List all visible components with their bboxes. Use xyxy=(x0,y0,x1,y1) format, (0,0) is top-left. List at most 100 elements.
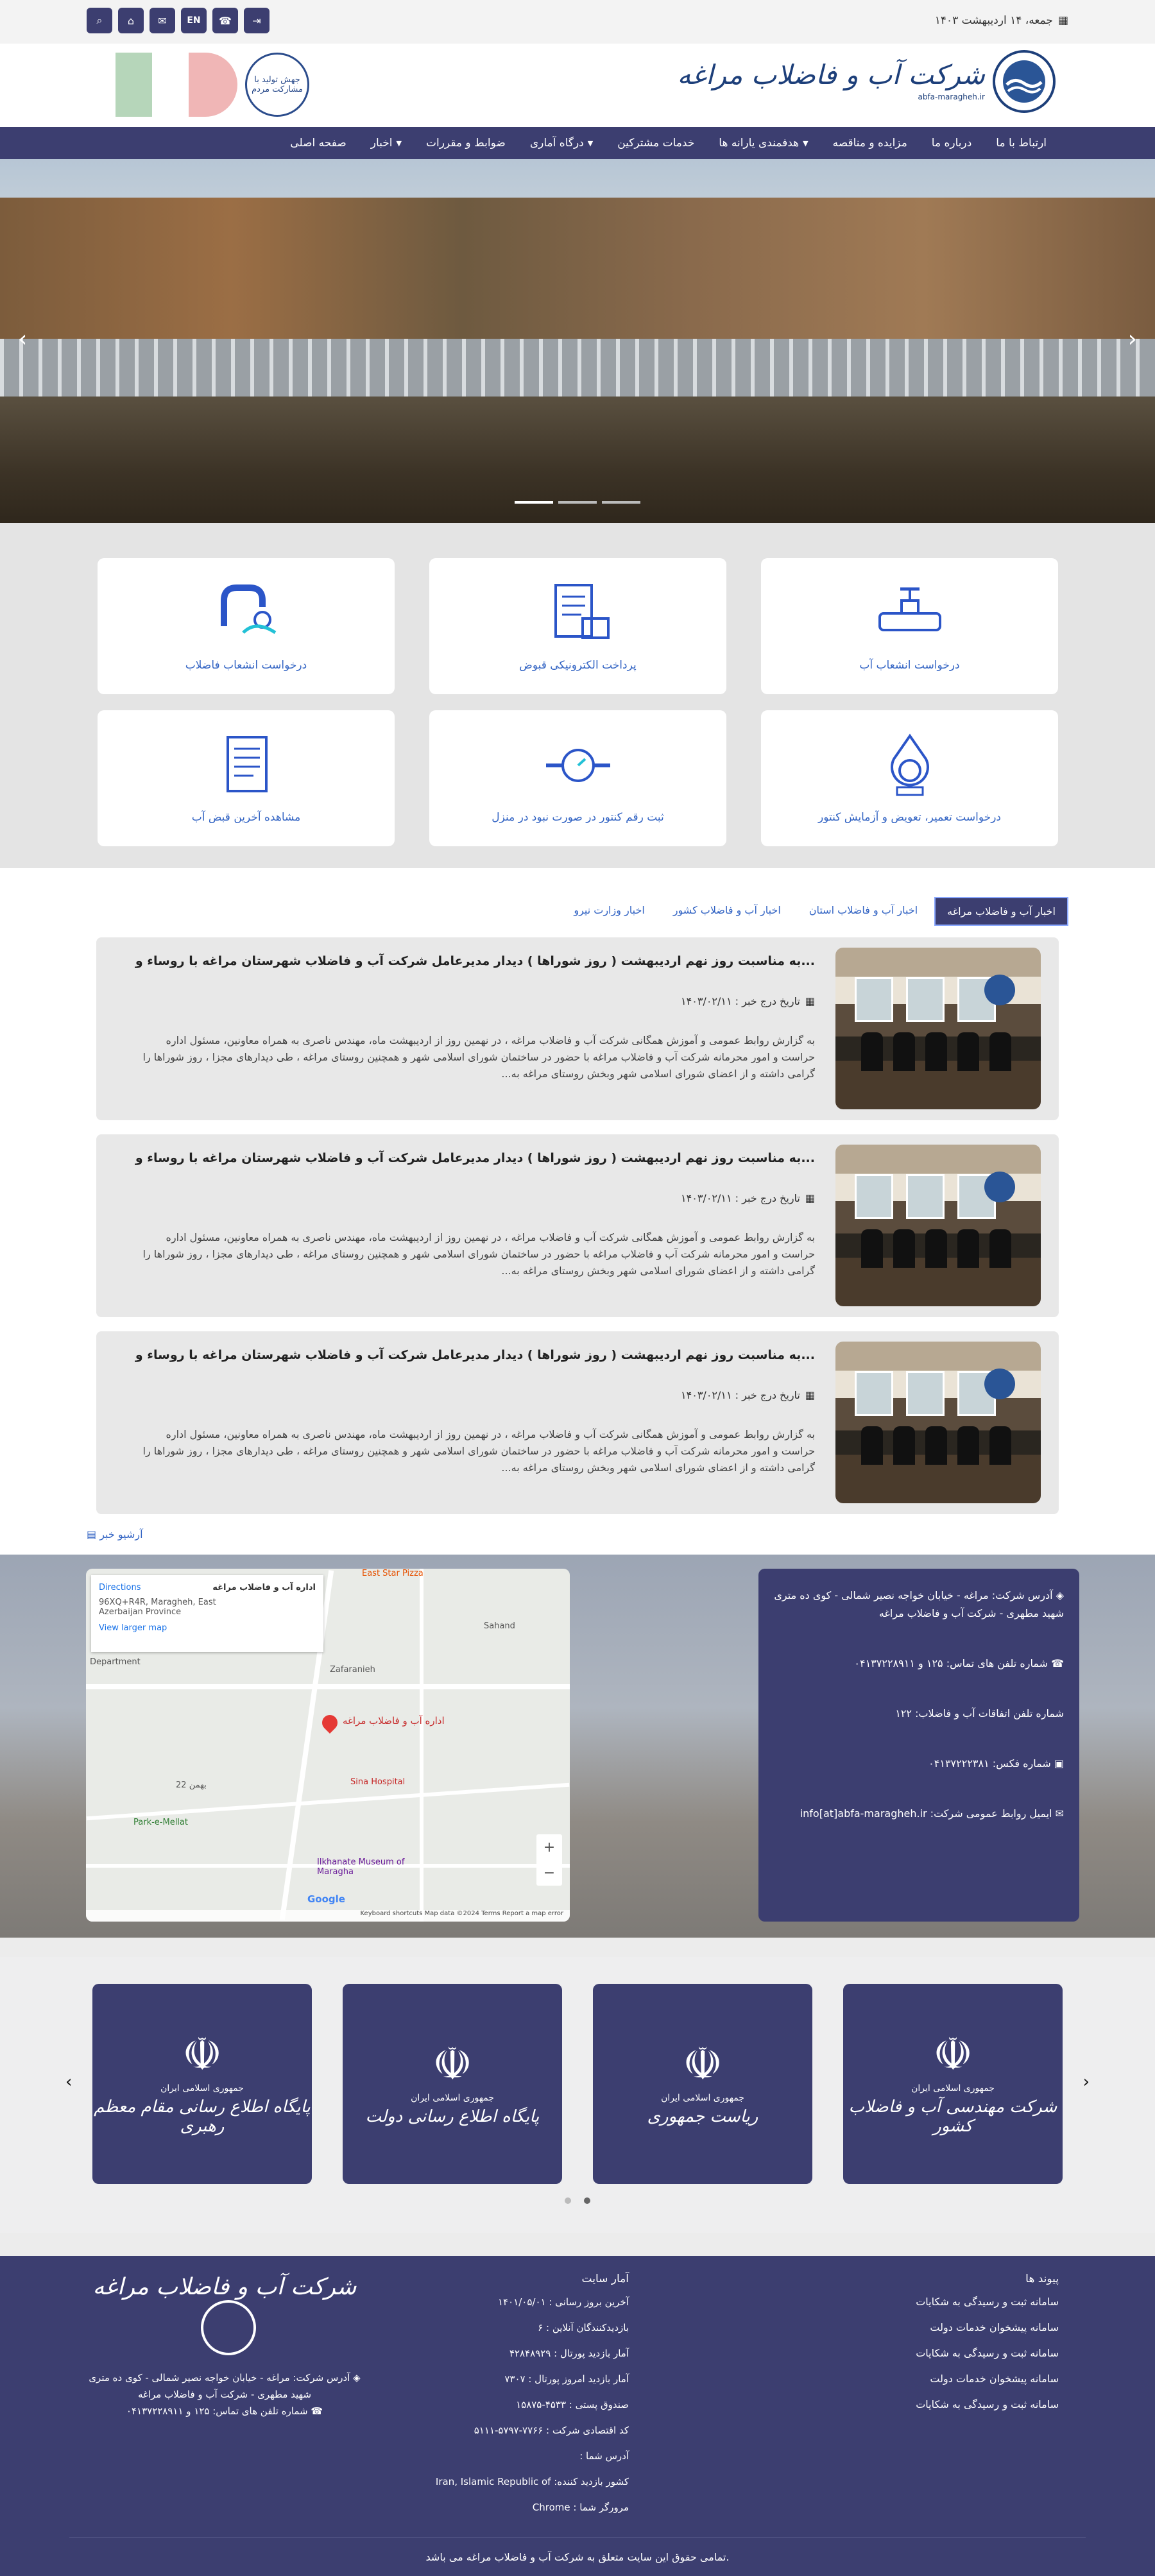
news-title[interactable]: به مناسبت روز نهم اردیبهشت ( روز شوراها … xyxy=(135,954,815,968)
iran-emblem-icon: ☫ xyxy=(432,2038,473,2090)
bill-payment-icon xyxy=(543,581,613,649)
news-tab[interactable]: اخبار وزارت نیرو xyxy=(562,897,656,926)
contact-info-panel: ◈ آدرس شرکت: مراغه - خیابان خواجه نصیر ش… xyxy=(758,1569,1079,1922)
service-card[interactable]: درخواست تعمیر، تعویض و آزمایش کنتور xyxy=(761,710,1058,846)
news-card[interactable]: به مناسبت روز نهم اردیبهشت ( روز شوراها … xyxy=(96,1331,1059,1514)
brand-title: شرکت آب و فاضلاب مراغه xyxy=(677,59,985,90)
service-card[interactable]: درخواست انشعاب فاضلاب xyxy=(98,558,395,694)
news-tabs: اخبار وزارت نیرو اخبار آب و فاضلاب کشور اخ… xyxy=(87,897,1068,926)
main-nav: صفحه اصلی اخبار ▼ ضوابط و مقررات درگاه آماری… xyxy=(0,127,1155,159)
leaders-banner: جهش تولید با مشارکت مردم xyxy=(116,49,314,121)
nav-item[interactable]: درگاه آماری ▼ xyxy=(518,127,605,159)
hero-slider[interactable]: ‹ › xyxy=(0,159,1155,523)
slider-next-icon[interactable]: › xyxy=(1128,326,1137,352)
calendar-icon: ▦ xyxy=(805,995,815,1007)
nav-item[interactable]: هدفمندی یارانه ها ▼ xyxy=(706,127,820,159)
news-tab[interactable]: اخبار آب و فاضلاب کشور xyxy=(662,897,792,926)
footer-link[interactable]: سامانه پیشخوان خدمات دولت xyxy=(916,2315,1059,2341)
nav-item[interactable]: ضوابط و مقررات xyxy=(414,127,518,159)
directions-link[interactable]: Directions xyxy=(99,1583,141,1592)
footer-link[interactable]: سامانه ثبت و رسیدگی به شکایات xyxy=(916,2392,1059,2418)
link-card[interactable]: ☫ جمهوری اسلامی ایران پایگاه اطلاع رسانی د… xyxy=(343,1984,562,2184)
footer-logo-icon xyxy=(201,2300,256,2355)
service-card[interactable]: ثبت رقم کنتور در صورت نبود در منزل xyxy=(429,710,726,846)
footer-stats: آمار سایت آخرین بروز رسانی : ۱۴۰۱/۰۵/۰۱ ب… xyxy=(436,2269,629,2520)
stat-item: آخرین بروز رسانی : ۱۴۰۱/۰۵/۰۱ xyxy=(498,2296,629,2308)
service-card[interactable]: درخواست انشعاب آب xyxy=(761,558,1058,694)
larger-map-link[interactable]: View larger map xyxy=(99,1623,316,1633)
archive-icon: ▤ xyxy=(87,1528,97,1540)
language-en-button[interactable]: EN xyxy=(181,8,207,33)
site-logo[interactable]: شرکت آب و فاضلاب مراغه abfa-maragheh.ir xyxy=(678,50,1056,113)
stat-item: آمار بازدید پورتال : ۴۲۸۴۸۹۲۹ xyxy=(509,2348,629,2359)
login-icon[interactable]: ⇥ xyxy=(244,8,270,33)
water-wave-icon xyxy=(1003,60,1045,103)
footer-brand-title: شرکت آب و فاضلاب مراغه xyxy=(92,2274,357,2300)
slider-indicators xyxy=(0,501,1155,504)
map-pin-icon[interactable] xyxy=(319,1712,341,1734)
link-card[interactable]: ☫ جمهوری اسلامی ایران ریاست جمهوری xyxy=(593,1984,812,2184)
nav-item[interactable]: صفحه اصلی xyxy=(278,127,358,159)
news-summary: به گزارش روابط عمومی و آموزش همگانی شرکت… xyxy=(142,1231,815,1277)
contact-incident-phone: شماره تلفن اتفاقات آب و فاضلاب: ۱۲۲ xyxy=(895,1707,1064,1719)
copyright: تمامی حقوق این سایت متعلق به شرکت آب و ف… xyxy=(69,2538,1086,2576)
archive-link[interactable]: ▤ آرشیو خبر xyxy=(87,1528,1068,1540)
footer-link[interactable]: سامانه ثبت و رسیدگی به شکایات xyxy=(916,2341,1059,2366)
footer-link[interactable]: سامانه ثبت و رسیدگی به شکایات xyxy=(916,2289,1059,2315)
contact-email: ✉ ایمیل روابط عمومی شرکت: info[at]abfa-m… xyxy=(800,1807,1064,1820)
google-map[interactable]: اداره آب و فاضلاب مراغه Directions 96XQ+… xyxy=(86,1569,570,1922)
news-thumbnail xyxy=(835,1342,1041,1503)
carousel-dot[interactable] xyxy=(565,2197,571,2204)
mail-icon[interactable]: ✉ xyxy=(150,8,175,33)
flag-graphic xyxy=(116,53,237,117)
carousel-next-icon[interactable]: › xyxy=(1083,2072,1090,2092)
news-tab[interactable]: اخبار آب و فاضلاب مراغه xyxy=(934,897,1068,926)
news-date: ▦ تاریخ درج خبر : ۱۴۰۳/۰۲/۱۱ xyxy=(681,1389,815,1401)
news-summary: به گزارش روابط عمومی و آموزش همگانی شرکت… xyxy=(142,1428,815,1474)
slogan-badge: جهش تولید با مشارکت مردم xyxy=(245,53,309,117)
link-card[interactable]: ☫ جمهوری اسلامی ایران پایگاه اطلاع رسانی م… xyxy=(92,1984,312,2184)
zoom-out-button[interactable]: − xyxy=(543,1865,555,1881)
map-zoom-controls: + − xyxy=(536,1834,562,1886)
calendar-icon: ▦ xyxy=(1057,14,1068,27)
water-valve-icon xyxy=(875,581,945,649)
news-card[interactable]: به مناسبت روز نهم اردیبهشت ( روز شوراها … xyxy=(96,937,1059,1120)
nav-item[interactable]: اخبار ▼ xyxy=(359,127,414,159)
zoom-in-button[interactable]: + xyxy=(543,1839,555,1855)
chevron-down-icon: ▼ xyxy=(587,139,594,148)
news-tab[interactable]: اخبار آب و فاضلاب استان xyxy=(798,897,929,926)
related-links-carousel: ‹ ☫ جمهوری اسلامی ایران شرکت مهندسی آب و ف… xyxy=(0,1957,1155,2233)
chevron-down-icon: ▼ xyxy=(396,139,402,148)
iran-emblem-icon: ☫ xyxy=(932,2028,973,2081)
nav-item[interactable]: ارتباط با ما xyxy=(984,127,1059,159)
footer-link[interactable]: سامانه پیشخوان خدمات دولت xyxy=(916,2366,1059,2392)
contact-phone: ☎ شماره تلفن های تماس: ۱۲۵ و ۰۴۱۳۷۲۲۸۹۱۱ xyxy=(854,1657,1064,1669)
search-icon[interactable]: ⌕ xyxy=(87,8,112,33)
link-card[interactable]: ☫ جمهوری اسلامی ایران شرکت مهندسی آب و فاض… xyxy=(843,1984,1063,2184)
carousel-prev-icon[interactable]: ‹ xyxy=(65,2072,72,2092)
stat-item: صندوق پستی : ۴۵۳۳-۱۵۸۷۵ xyxy=(516,2399,629,2410)
news-summary: به گزارش روابط عمومی و آموزش همگانی شرکت… xyxy=(142,1034,815,1080)
phone-icon: ☎ xyxy=(307,2405,323,2417)
site-header: شرکت آب و فاضلاب مراغه abfa-maragheh.ir … xyxy=(0,44,1155,127)
news-date: ▦ تاریخ درج خبر : ۱۴۰۳/۰۲/۱۱ xyxy=(681,995,815,1007)
slider-dot[interactable] xyxy=(602,501,640,504)
home-icon[interactable]: ⌂ xyxy=(118,8,144,33)
carousel-dot[interactable] xyxy=(584,2197,590,2204)
calendar-icon: ▦ xyxy=(805,1389,815,1401)
chevron-down-icon: ▼ xyxy=(803,139,809,148)
nav-item[interactable]: مزایده و مناقصه xyxy=(821,127,920,159)
service-card[interactable]: مشاهده آخرین قبض آب xyxy=(98,710,395,846)
slider-dot[interactable] xyxy=(515,501,553,504)
news-card[interactable]: به مناسبت روز نهم اردیبهشت ( روز شوراها … xyxy=(96,1134,1059,1317)
news-title[interactable]: به مناسبت روز نهم اردیبهشت ( روز شوراها … xyxy=(135,1151,815,1165)
nav-item[interactable]: درباره ما xyxy=(920,127,984,159)
phone-icon[interactable]: ☎ xyxy=(212,8,238,33)
news-title[interactable]: به مناسبت روز نهم اردیبهشت ( روز شوراها … xyxy=(135,1348,815,1362)
stat-item: کشور بازدید کننده: Iran, Islamic Republi… xyxy=(435,2476,629,2487)
map-infobox: اداره آب و فاضلاب مراغه Directions 96XQ+… xyxy=(91,1575,323,1652)
slider-dot[interactable] xyxy=(558,501,597,504)
slider-prev-icon[interactable]: ‹ xyxy=(18,326,27,352)
service-card[interactable]: پرداخت الکترونیکی قبوض xyxy=(429,558,726,694)
nav-item[interactable]: خدمات مشترکین xyxy=(605,127,706,159)
